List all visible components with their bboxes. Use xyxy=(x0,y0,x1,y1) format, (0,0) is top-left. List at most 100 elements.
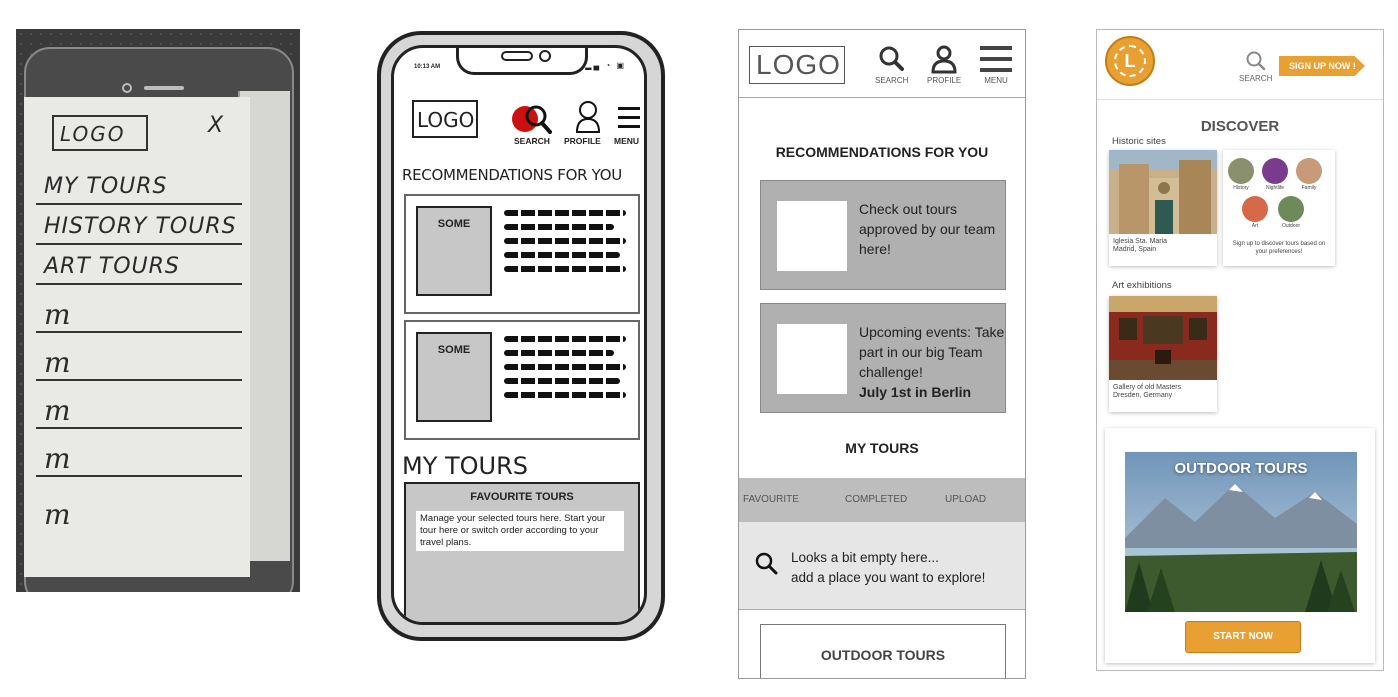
paper-sketch-panel: LOGO X MY TOURS HISTORY TOURS ART TOURS … xyxy=(16,29,300,592)
signal-icon: ▂▄ xyxy=(585,61,602,70)
category-label: Outdoor xyxy=(1281,223,1301,229)
category-art[interactable]: Art xyxy=(1241,196,1269,229)
scribbled-text-line xyxy=(504,378,620,384)
wireframe-logo[interactable]: LOGO xyxy=(749,46,845,84)
category-history[interactable]: History xyxy=(1227,158,1255,191)
favourite-tours-title: FAVOURITE TOURS xyxy=(470,491,574,503)
scribbled-text-line xyxy=(504,350,614,356)
art-exhibition-card[interactable]: Gallery of old Masters Dresden, Germany xyxy=(1109,296,1217,412)
scribbled-text-line xyxy=(504,210,626,216)
camera-icon xyxy=(122,83,132,93)
scribbled-text-line xyxy=(504,392,626,398)
category-family[interactable]: Family xyxy=(1295,158,1323,191)
scribbled-text-line xyxy=(504,238,626,244)
family-category-image xyxy=(1296,158,1322,184)
lowfi-phone-panel: 10:13 AM ▂▄ ◔ ▣ LOGO SEARCH PROFILE MENU… xyxy=(377,31,665,641)
tab-completed[interactable]: COMPLETED xyxy=(845,494,907,505)
historic-sites-label: Historic sites xyxy=(1112,136,1166,147)
recommendation-card[interactable]: SOME xyxy=(404,194,640,314)
historic-site-caption: Iglesia Sta. Maria Madrid, Spain xyxy=(1113,238,1168,253)
outdoor-tours-card[interactable]: OUTDOOR TOURS xyxy=(760,624,1006,678)
church-photo xyxy=(1109,150,1217,234)
status-icons: ▂▄ ◔ ▣ xyxy=(585,61,626,70)
sketch-menu-item-art-tours[interactable]: ART TOURS xyxy=(36,247,242,285)
hamburger-menu-icon xyxy=(980,46,1012,72)
brand-logo-letter: L xyxy=(1114,45,1146,77)
favourite-tours-card[interactable]: FAVOURITE TOURS Manage your selected tou… xyxy=(404,482,640,622)
search-action[interactable]: SEARCH xyxy=(875,44,908,85)
search-label: SEARCH xyxy=(1239,74,1273,83)
sign-up-button[interactable]: SIGN UP NOW ! xyxy=(1279,56,1365,76)
tab-favourite[interactable]: FAVOURITE xyxy=(743,494,799,505)
recommendations-title: RECOMMENDATIONS FOR YOU xyxy=(775,144,989,160)
speaker-grille xyxy=(501,51,533,61)
menu-label: MENU xyxy=(984,76,1008,85)
card-thumbnail: SOME xyxy=(416,332,492,422)
speaker-grille xyxy=(144,86,184,90)
art-exhibition-caption: Gallery of old Masters Dresden, Germany xyxy=(1113,384,1182,399)
hamburger-menu-icon[interactable] xyxy=(616,104,644,132)
search-icon xyxy=(1246,51,1265,71)
category-label: History xyxy=(1233,185,1249,191)
outdoor-tours-card: OUTDOOR TOURS START NOW xyxy=(1105,428,1375,663)
start-now-button[interactable]: START NOW xyxy=(1185,621,1301,653)
phone-screen: 10:13 AM ▂▄ ◔ ▣ LOGO SEARCH PROFILE MENU… xyxy=(391,45,647,625)
my-tours-title: MY TOURS xyxy=(845,440,919,456)
sketch-placeholder-item: m xyxy=(36,295,242,333)
scribbled-text-line xyxy=(504,336,626,342)
menu-label: MENU xyxy=(614,136,640,146)
search-label: SEARCH xyxy=(514,136,550,146)
card-thumbnail: SOME xyxy=(416,206,492,296)
scribbled-text-line xyxy=(504,266,626,272)
gallery-photo xyxy=(1109,296,1217,380)
search-action[interactable]: SEARCH xyxy=(1239,50,1272,83)
approved-tours-text: Check out tours approved by our team her… xyxy=(859,201,996,257)
hifi-panel: L SEARCH SIGN UP NOW ! DISCOVER Historic… xyxy=(1096,29,1384,671)
profile-label: PROFILE xyxy=(927,76,962,85)
battery-icon: ▣ xyxy=(616,61,626,70)
sketch-placeholder-item: m xyxy=(44,498,72,531)
recommendation-card[interactable]: SOME xyxy=(404,320,640,440)
category-nightlife[interactable]: Nightlife xyxy=(1261,158,1289,191)
approved-tours-card[interactable]: Check out tours approved by our team her… xyxy=(760,180,1006,290)
sketch-menu-item-my-tours[interactable]: MY TOURS xyxy=(36,167,242,205)
wireframe-panel: LOGO SEARCH PROFILE MENU RECOMMENDATIONS… xyxy=(738,29,1026,679)
lowfi-header-actions: SEARCH PROFILE MENU xyxy=(512,98,644,148)
camera-icon xyxy=(539,50,551,62)
history-category-image xyxy=(1228,158,1254,184)
sketch-placeholder-item: m xyxy=(36,439,242,477)
tab-upload[interactable]: UPLOAD xyxy=(945,494,986,505)
my-tours-title: MY TOURS xyxy=(402,452,529,480)
upcoming-events-date: July 1st in Berlin xyxy=(859,384,972,400)
wifi-icon: ◔ xyxy=(605,61,613,70)
categories-caption: Sign up to discover tours based on your … xyxy=(1232,241,1326,255)
empty-state-line-2: add a place you want to explore! xyxy=(791,570,986,585)
profile-action[interactable]: PROFILE xyxy=(927,44,961,85)
profile-icon xyxy=(931,45,957,74)
upcoming-events-card[interactable]: Upcoming events: Take part in our big Te… xyxy=(760,303,1006,413)
status-time: 10:13 AM xyxy=(414,64,441,70)
upcoming-events-description: Upcoming events: Take part in our big Te… xyxy=(859,324,1005,380)
scribbled-text-line xyxy=(504,364,626,370)
close-icon[interactable]: X xyxy=(208,113,223,138)
menu-action[interactable]: MENU xyxy=(979,44,1013,85)
card-image-placeholder xyxy=(777,201,847,271)
empty-state-line-1: Looks a bit empty here... xyxy=(791,550,939,565)
sketch-placeholder-item: m xyxy=(36,391,242,429)
category-outdoor[interactable]: Outdoor xyxy=(1277,196,1305,229)
sketch-menu-sheet: LOGO X MY TOURS HISTORY TOURS ART TOURS … xyxy=(24,97,250,577)
discover-title: DISCOVER xyxy=(1200,118,1280,135)
category-label: Art xyxy=(1251,223,1259,229)
brand-logo[interactable]: L xyxy=(1105,36,1155,86)
sketch-menu-item-history-tours[interactable]: HISTORY TOURS xyxy=(36,207,242,245)
empty-state-text: Looks a bit empty here... add a place yo… xyxy=(791,548,985,588)
my-tours-tabs: FAVOURITE COMPLETED UPLOAD xyxy=(739,478,1025,526)
profile-icon[interactable] xyxy=(574,100,604,134)
favourite-tours-description: Manage your selected tours here. Start y… xyxy=(416,511,624,551)
search-icon[interactable] xyxy=(524,104,554,136)
card-image-placeholder xyxy=(777,324,847,394)
lowfi-logo[interactable]: LOGO xyxy=(412,100,478,138)
search-icon xyxy=(879,46,904,71)
historic-site-card[interactable]: Iglesia Sta. Maria Madrid, Spain xyxy=(1109,150,1217,266)
outdoor-tours-image: OUTDOOR TOURS xyxy=(1125,452,1357,612)
